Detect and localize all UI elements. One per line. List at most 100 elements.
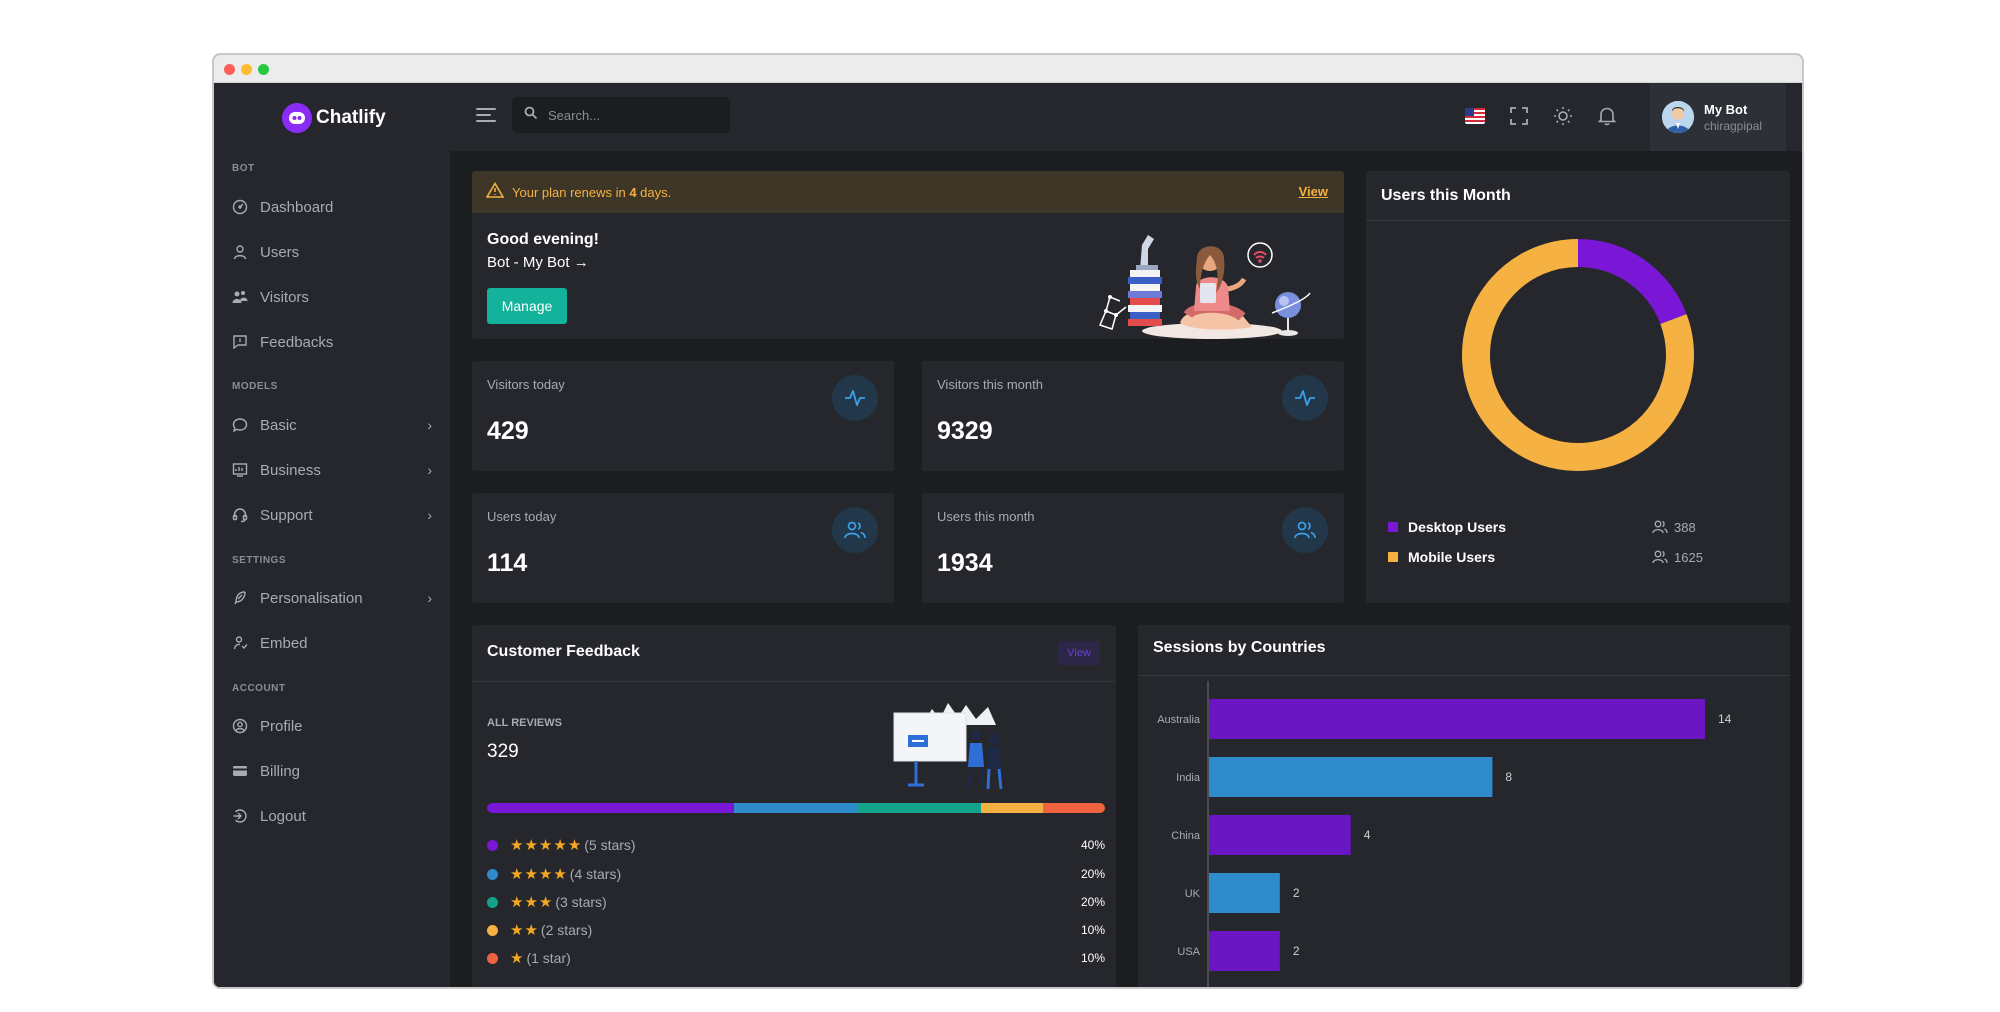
rating-bar-segment: [734, 803, 858, 813]
customer-feedback-card: Customer Feedback View ALL REVIEWS 329 ★…: [472, 625, 1116, 987]
notifications-button[interactable]: [1594, 103, 1620, 129]
legend-item-desktop: Desktop Users 388: [1388, 517, 1768, 537]
bot-link[interactable]: Bot - My Bot →: [487, 254, 589, 271]
rating-percent: 20%: [1080, 867, 1105, 881]
welcome-card: Your plan renews in 4 days. View Good ev…: [472, 171, 1344, 339]
headset-icon: [232, 507, 260, 523]
menu-toggle-button[interactable]: [476, 107, 496, 128]
rating-label: (3 stars): [555, 894, 607, 910]
manage-button[interactable]: Manage: [487, 288, 567, 324]
feedback-icon: [232, 334, 260, 350]
dashboard-icon: [232, 199, 260, 215]
data-label-china: 4: [1364, 828, 1371, 842]
sidebar-item-label: Visitors: [260, 288, 309, 306]
us-flag-icon: [1465, 108, 1485, 124]
legend-swatch: [1388, 522, 1398, 532]
chevron-right-icon: ›: [427, 590, 432, 606]
sidebar-item-label: Dashboard: [260, 198, 334, 216]
activity-icon: [832, 375, 878, 421]
rating-row-1: ★ (1 star) 10%: [487, 948, 1105, 968]
sidebar-item-visitors[interactable]: Visitors: [232, 282, 432, 312]
sidebar-item-label: Logout: [260, 807, 306, 825]
renewal-days: 4: [629, 184, 637, 200]
close-window-button[interactable]: [224, 64, 235, 75]
chevron-right-icon: ›: [427, 417, 432, 433]
sidebar-item-label: Basic: [260, 416, 297, 434]
star-icon: ★★★: [510, 894, 554, 911]
users-icon: [1282, 507, 1328, 553]
chevron-right-icon: ›: [427, 507, 432, 523]
sidebar-item-label: Feedbacks: [260, 333, 334, 351]
search-input[interactable]: [548, 107, 718, 123]
hamburger-menu-icon: [476, 108, 496, 122]
alert-text: Your plan renews in 4 days.: [512, 184, 672, 200]
divider: [472, 681, 1116, 682]
rating-label: (4 stars): [569, 866, 622, 882]
logout-icon: [232, 808, 260, 824]
feedback-view-button[interactable]: View: [1058, 641, 1100, 665]
avatar: [1662, 101, 1694, 133]
sidebar-item-support[interactable]: Support ›: [232, 500, 432, 530]
users-icon: [1652, 520, 1668, 534]
stat-value: 114: [487, 549, 528, 577]
legend-value: 1625: [1652, 550, 1703, 565]
sidebar-item-profile[interactable]: Profile: [232, 711, 432, 741]
search-box[interactable]: [512, 97, 730, 133]
user-menu[interactable]: My Bot chiragpipal: [1650, 83, 1786, 151]
sidebar-item-business[interactable]: Business ›: [232, 455, 432, 485]
bar-usa: [1209, 931, 1280, 971]
bar-india: [1209, 757, 1493, 797]
bar-china: [1209, 815, 1351, 855]
legend-swatch: [1388, 552, 1398, 562]
tick-label-usa: USA: [1177, 946, 1200, 958]
nav-section-bot: BOT: [232, 163, 255, 174]
user-handle: chiragpipal: [1704, 118, 1763, 133]
embed-icon: [232, 635, 260, 651]
tick-label-uk: UK: [1185, 888, 1201, 900]
sidebar-item-embed[interactable]: Embed: [232, 628, 432, 658]
data-label-uk: 2: [1293, 886, 1300, 900]
star-icon: ★★★★★: [510, 837, 583, 854]
rating-percent: 40%: [1080, 838, 1105, 852]
rating-row-5: ★★★★★ (5 stars) 40%: [487, 835, 1105, 855]
brand-logo[interactable]: Chatlify: [282, 101, 386, 135]
minimize-window-button[interactable]: [241, 64, 252, 75]
sidebar-item-billing[interactable]: Billing: [232, 756, 432, 786]
donut-slice-desktop-users: [1577, 239, 1687, 325]
card-title: Customer Feedback: [487, 643, 640, 660]
search-icon: [524, 106, 538, 125]
sidebar-item-logout[interactable]: Logout: [232, 801, 432, 831]
stat-card-users-today: Users today 114: [472, 493, 894, 603]
sidebar-item-feedbacks[interactable]: Feedbacks: [232, 327, 432, 357]
rating-dot: [487, 924, 498, 936]
rating-percent: 10%: [1080, 923, 1105, 937]
brand-name: Chatlify: [316, 107, 386, 128]
sidebar-item-dashboard[interactable]: Dashboard: [232, 192, 432, 222]
language-selector[interactable]: [1462, 103, 1488, 129]
rating-bar-segment: [1043, 803, 1105, 813]
arrow-right-icon: →: [569, 254, 589, 271]
stat-card-visitors-today: Visitors today 429: [472, 361, 894, 471]
maximize-window-button[interactable]: [258, 64, 269, 75]
sidebar-item-basic[interactable]: Basic ›: [232, 410, 432, 440]
window-titlebar: [214, 55, 1802, 83]
sidebar-item-label: Billing: [260, 762, 301, 780]
plan-renewal-alert: Your plan renews in 4 days. View: [472, 171, 1344, 213]
browser-window: Chatlify BOT Dashboard Users Visitors Fe…: [212, 53, 1804, 989]
rating-row-3: ★★★ (3 stars) 20%: [487, 892, 1105, 912]
sidebar-item-label: Business: [260, 461, 321, 479]
chatbot-logo-icon: [282, 103, 312, 133]
sidebar-item-users[interactable]: Users: [232, 237, 432, 267]
alert-view-link[interactable]: View: [1299, 184, 1328, 199]
ratings-distribution-bar: [487, 803, 1105, 813]
sidebar-item-personalisation[interactable]: Personalisation ›: [232, 583, 432, 613]
rating-row-4: ★★★★ (4 stars) 20%: [487, 864, 1105, 884]
theme-toggle-button[interactable]: [1550, 103, 1576, 129]
fullscreen-button[interactable]: [1506, 103, 1532, 129]
visitors-icon: [232, 289, 260, 305]
rating-dot: [487, 868, 498, 880]
card-title: Sessions by Countries: [1153, 639, 1326, 656]
girl-reading-illustration: [1098, 235, 1311, 339]
sun-icon: [1554, 107, 1572, 125]
nav-section-settings: SETTINGS: [232, 555, 287, 566]
